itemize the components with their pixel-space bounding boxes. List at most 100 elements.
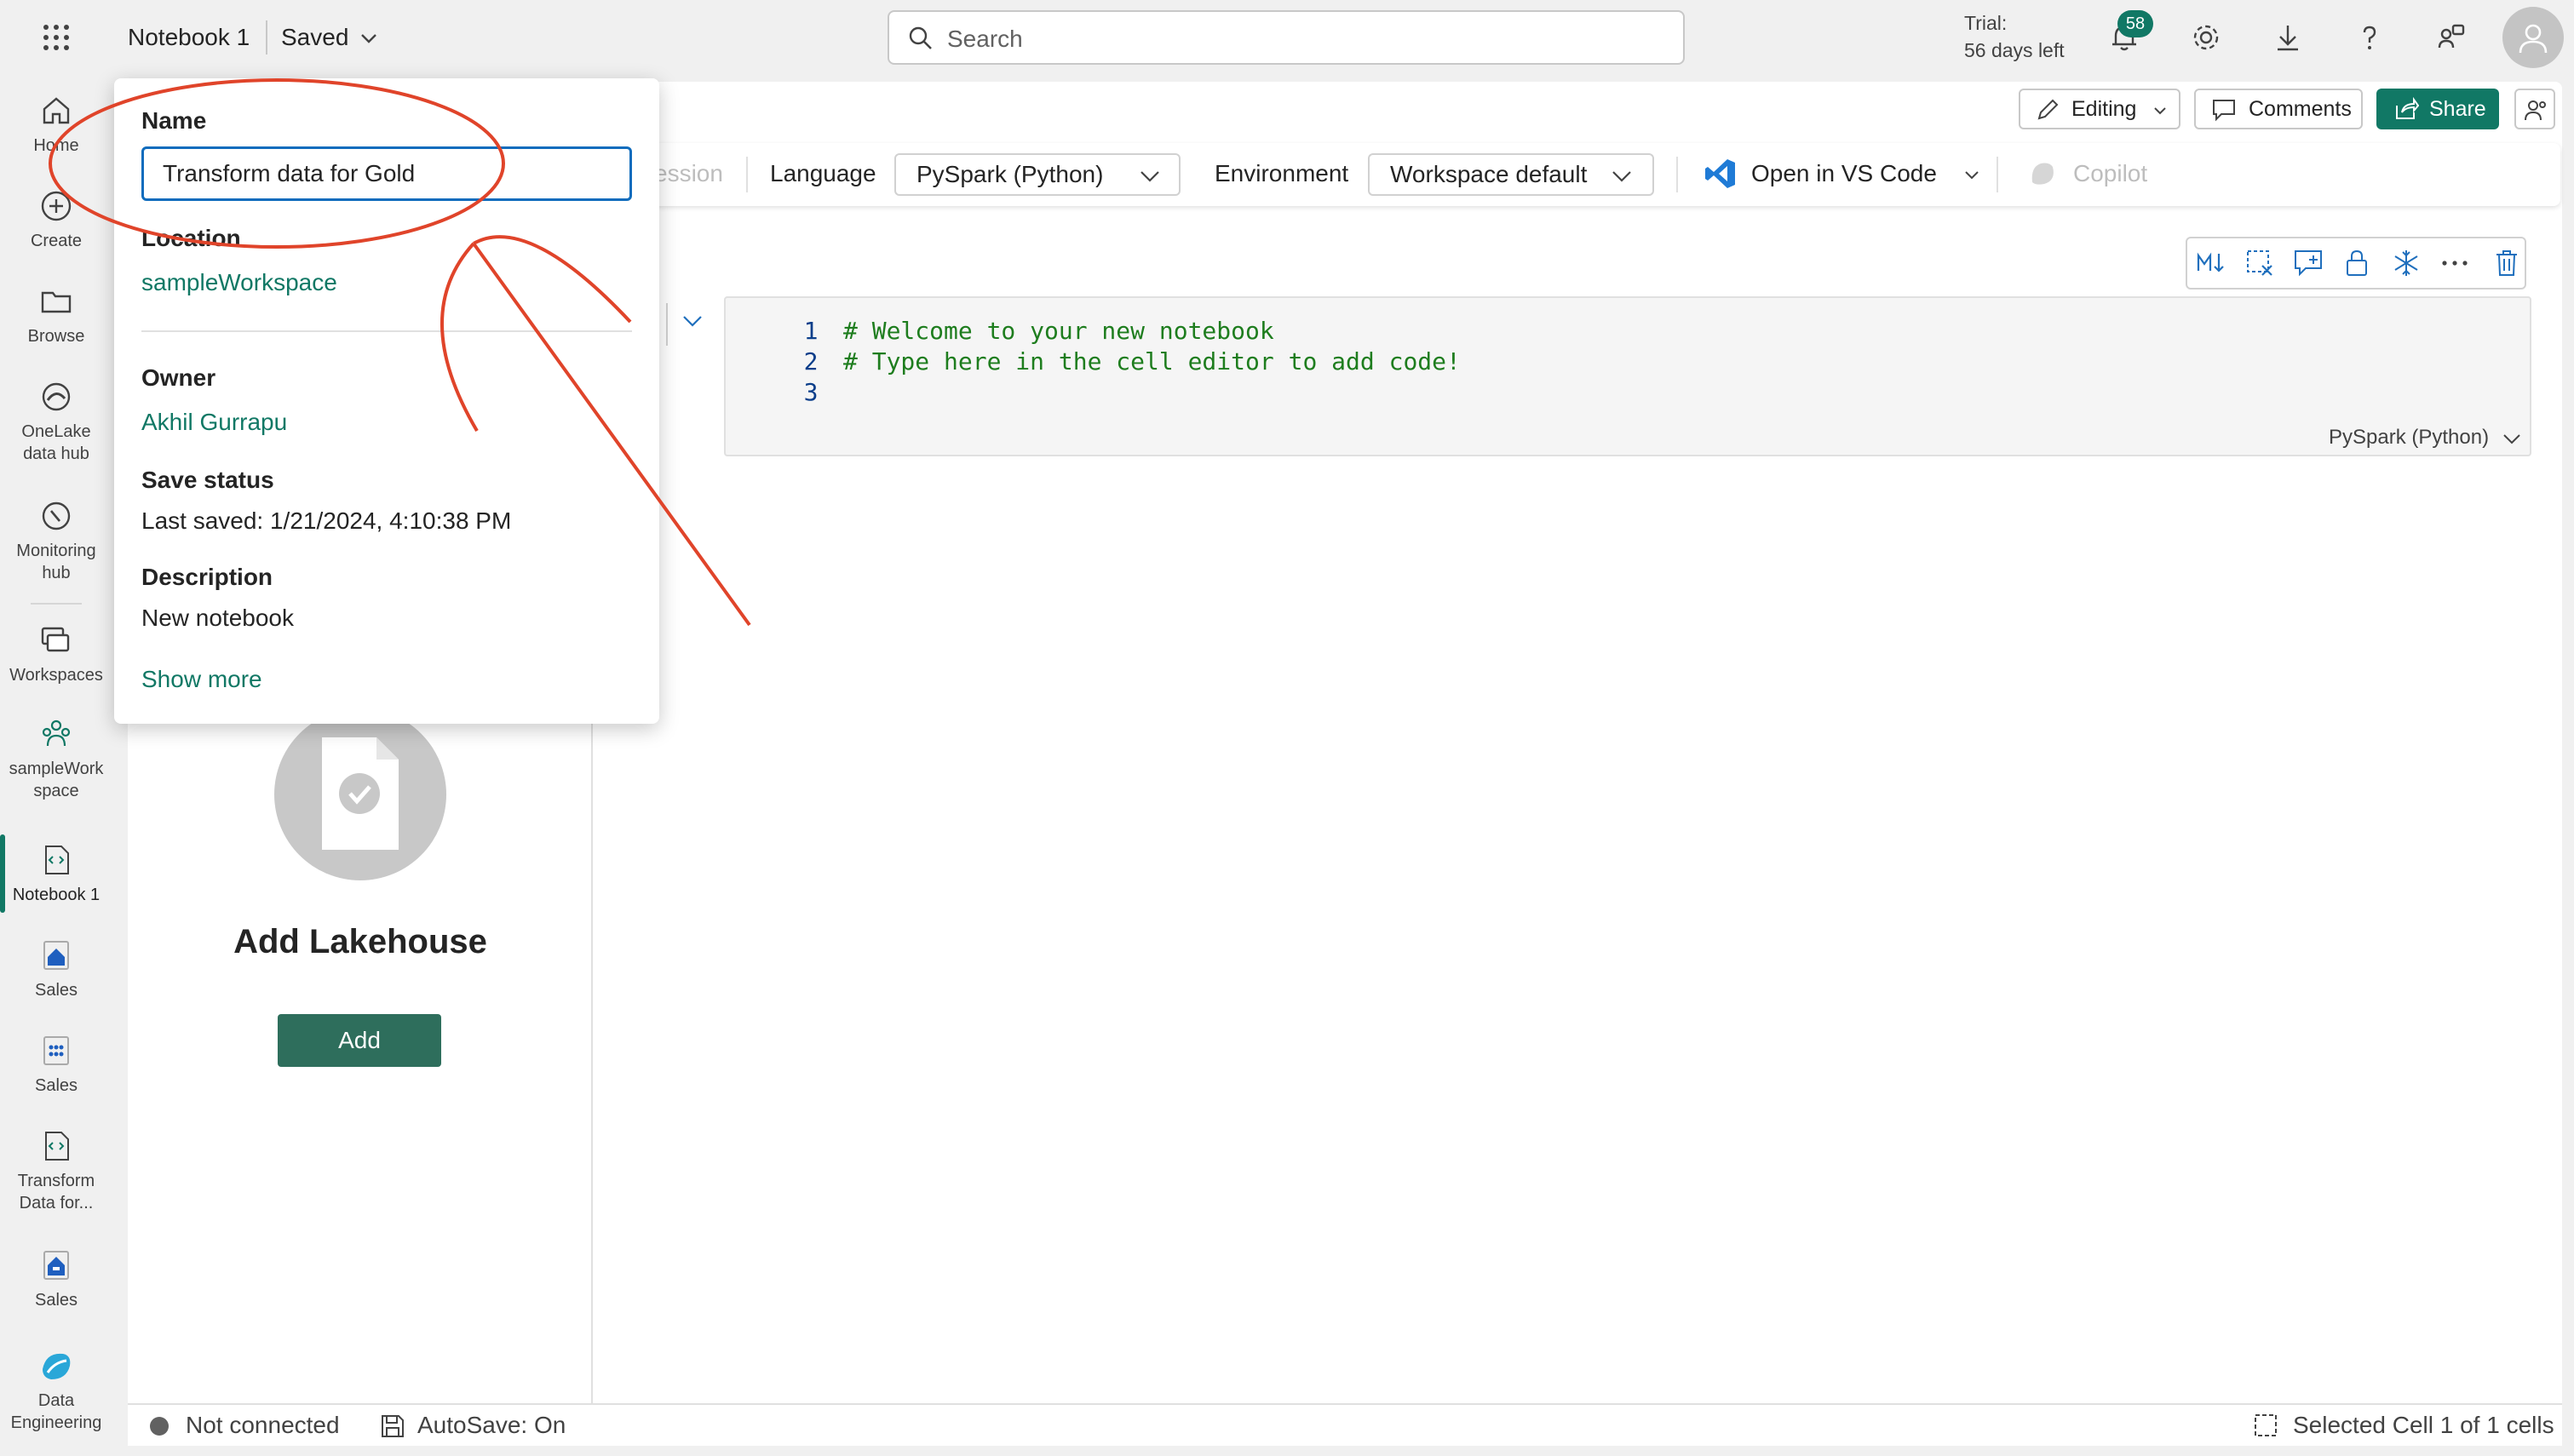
rail-item-data-engineering[interactable]: Data Engineering: [0, 1347, 112, 1434]
rail-item-sales-lakehouse[interactable]: Sales: [0, 937, 112, 1001]
folder-icon: [37, 283, 75, 320]
share-button[interactable]: Share: [2376, 89, 2499, 129]
name-label: Name: [141, 107, 207, 134]
search-box[interactable]: Search: [888, 10, 1685, 65]
rail-item-notebook-1[interactable]: Notebook 1: [0, 841, 112, 906]
share-label: Share: [2429, 97, 2486, 121]
line-number: 3: [803, 378, 819, 406]
environment-dropdown[interactable]: Workspace default: [1368, 153, 1654, 196]
app-launcher-icon[interactable]: [32, 14, 80, 61]
rail-item-home[interactable]: Home: [0, 92, 112, 157]
rail-item-sales-model[interactable]: Sales: [0, 1032, 112, 1097]
copilot-label[interactable]: Copilot: [2073, 160, 2147, 187]
rail-item-sales-warehouse[interactable]: Sales: [0, 1247, 112, 1311]
cell-toolbar: [2186, 237, 2526, 289]
more-options-icon[interactable]: [2439, 249, 2470, 278]
rail-label: sampleWork: [9, 760, 104, 778]
lock-icon[interactable]: [2344, 249, 2370, 278]
rail-item-sampleworkspace[interactable]: sampleWork space: [0, 715, 112, 802]
vscode-icon[interactable]: [1704, 157, 1738, 191]
show-more-link[interactable]: Show more: [141, 666, 262, 693]
ribbon-divider: [1997, 157, 1998, 192]
chevron-down-icon: [1612, 167, 1632, 184]
chevron-down-icon[interactable]: [2502, 431, 2521, 446]
gear-icon[interactable]: [2182, 14, 2230, 61]
copilot-icon[interactable]: [2027, 158, 2058, 189]
description-label: Description: [141, 564, 273, 590]
status-bar: Not connected AutoSave: On Selected Cell…: [128, 1403, 2562, 1446]
save-icon: [380, 1413, 405, 1439]
chevron-down-icon[interactable]: [359, 29, 378, 48]
freeze-icon[interactable]: [2392, 249, 2421, 278]
vscode-label[interactable]: Open in VS Code: [1751, 160, 1937, 187]
clear-output-icon[interactable]: [2245, 249, 2274, 278]
lakehouse-icon: [37, 937, 75, 974]
feedback-icon[interactable]: [2427, 14, 2475, 61]
connection-status[interactable]: Not connected: [186, 1412, 340, 1439]
language-value: PySpark (Python): [916, 161, 1104, 187]
workspaces-icon: [37, 622, 75, 659]
warehouse-icon: [37, 1247, 75, 1284]
comments-label: Comments: [2249, 97, 2352, 121]
selection-icon: [2252, 1412, 2279, 1439]
connection-status-icon: [150, 1417, 169, 1436]
chevron-down-icon[interactable]: [1964, 169, 1979, 182]
add-lakehouse-title: Add Lakehouse: [233, 923, 487, 960]
rail-label: Notebook 1: [12, 886, 101, 904]
notebook-icon: [37, 1127, 75, 1165]
rail-label: Sales: [34, 1291, 78, 1310]
comment-icon: [2211, 98, 2237, 122]
code-cell[interactable]: 1 # Welcome to your new notebook 2 # Typ…: [724, 296, 2531, 456]
owner-link[interactable]: Akhil Gurrapu: [141, 409, 287, 436]
notebook-ribbon: ession Language PySpark (Python) Environ…: [596, 143, 2560, 206]
rail-item-onelake[interactable]: OneLake data hub: [0, 378, 112, 465]
code-line[interactable]: # Welcome to your new notebook: [843, 317, 1274, 345]
add-lakehouse-button[interactable]: Add: [278, 1014, 441, 1067]
title-divider: [266, 20, 267, 54]
rail-label: data hub: [23, 444, 89, 463]
environment-value: Workspace default: [1390, 161, 1588, 187]
data-engineering-icon: [37, 1347, 75, 1384]
rail-label: hub: [42, 564, 71, 582]
save-state[interactable]: Saved: [281, 24, 348, 51]
markdown-toggle-icon[interactable]: [2196, 249, 2228, 278]
language-dropdown[interactable]: PySpark (Python): [894, 153, 1181, 196]
comment-icon[interactable]: [2293, 249, 2324, 278]
rail-item-monitoring[interactable]: Monitoring hub: [0, 497, 112, 584]
rail-item-workspaces[interactable]: Workspaces: [0, 622, 112, 686]
download-icon[interactable]: [2264, 14, 2312, 61]
rail-label: Create: [30, 232, 83, 250]
session-label[interactable]: ession: [654, 160, 723, 187]
rail-item-transform-data[interactable]: Transform Data for...: [0, 1127, 112, 1214]
rail-item-create[interactable]: Create: [0, 187, 112, 252]
monitor-icon: [37, 497, 75, 535]
rail-item-browse[interactable]: Browse: [0, 283, 112, 347]
delete-icon[interactable]: [2494, 249, 2519, 278]
environment-label: Environment: [1215, 160, 1349, 186]
avatar[interactable]: [2502, 7, 2564, 68]
location-link[interactable]: sampleWorkspace: [141, 269, 337, 296]
cell-gutter-line: [666, 303, 668, 346]
editing-label: Editing: [2071, 97, 2137, 121]
cell-language-label[interactable]: PySpark (Python): [2329, 426, 2489, 450]
home-icon: [37, 92, 75, 129]
chevron-down-icon[interactable]: [681, 312, 704, 330]
help-icon[interactable]: [2346, 14, 2393, 61]
rail-label: Transform: [17, 1172, 95, 1190]
chevron-down-icon: [1140, 167, 1160, 184]
collaborators-button[interactable]: [2514, 89, 2555, 129]
rail-label: Workspaces: [9, 666, 103, 685]
rail-label: Sales: [34, 981, 78, 1000]
ribbon-divider: [1676, 157, 1678, 192]
trial-days: 56 days left: [1964, 39, 2065, 61]
autosave-status[interactable]: AutoSave: On: [417, 1412, 566, 1439]
rail-label: Sales: [34, 1076, 78, 1095]
editing-button[interactable]: Editing: [2019, 89, 2180, 129]
top-bar: Notebook 1 Saved Search Trial: 56 days l…: [0, 0, 2574, 75]
notebook-title[interactable]: Notebook 1: [128, 24, 250, 51]
name-input[interactable]: [141, 146, 632, 201]
comments-button[interactable]: Comments: [2194, 89, 2363, 129]
code-line[interactable]: # Type here in the cell editor to add co…: [843, 347, 1461, 375]
rail-label: Browse: [27, 327, 85, 346]
rail-label: Home: [33, 136, 79, 155]
